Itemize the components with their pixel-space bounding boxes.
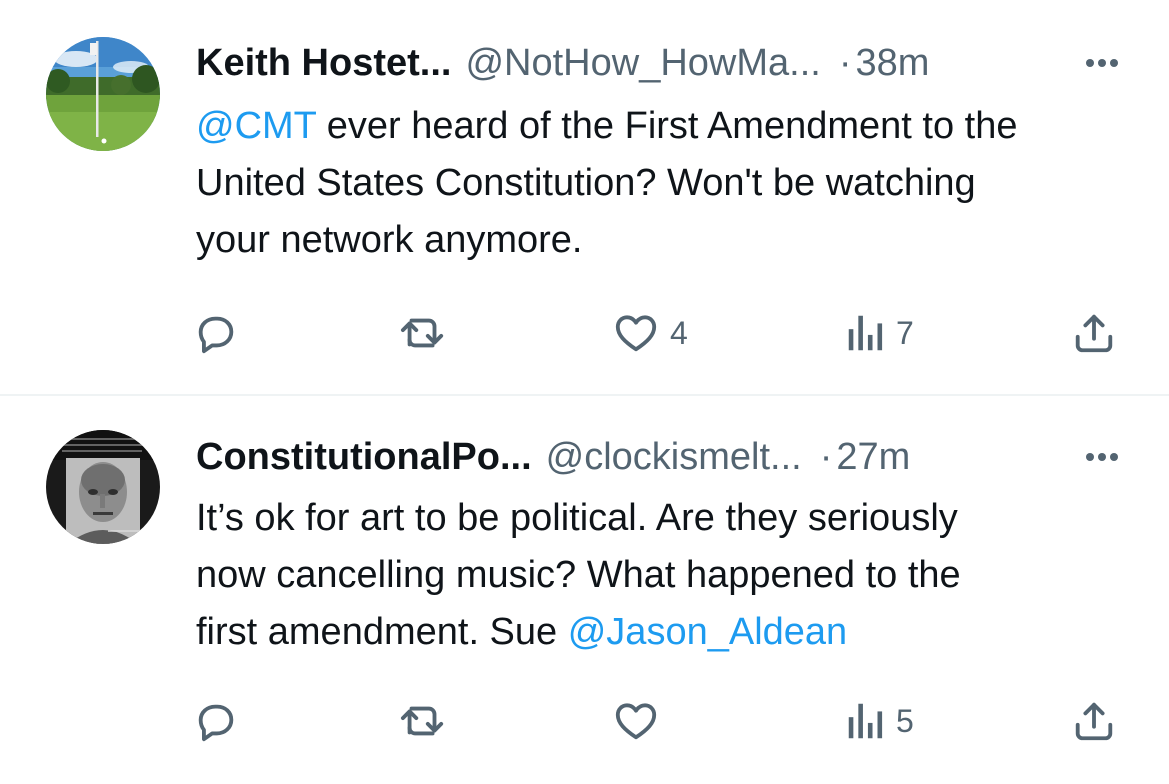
views-count: 5 xyxy=(896,702,914,739)
mention-link[interactable]: @Jason_Aldean xyxy=(568,611,847,653)
tweet-header: Keith Hostet... @NotHow_HowMa... · 38m xyxy=(196,38,1129,88)
tweet-actions: 5 xyxy=(0,696,1169,746)
reply-icon xyxy=(198,704,234,742)
tweet-text-line: It’s ok for art to be political. Are the… xyxy=(196,497,958,539)
tweet-text: @CMT ever heard of the First Amendment t… xyxy=(196,98,1136,269)
views-icon xyxy=(848,703,883,739)
heart-icon xyxy=(615,315,657,352)
tweet-text-line: @CMT ever heard of the First Amendment t… xyxy=(196,98,1136,155)
user-handle[interactable]: @NotHow_HowMa... xyxy=(465,38,820,88)
heart-icon xyxy=(615,703,657,740)
tweet-actions: 4 7 xyxy=(0,308,1169,358)
display-name[interactable]: ConstitutionalPo... xyxy=(196,432,532,482)
text-span: ever heard of the First Amendment to the xyxy=(316,105,1018,147)
golf-course-flag-avatar xyxy=(46,37,160,151)
tweet-text-line: first amendment. Sue @Jason_Aldean xyxy=(196,604,1136,661)
share-icon xyxy=(1075,314,1113,353)
retweet-button[interactable] xyxy=(398,308,458,358)
separator: · xyxy=(819,436,833,478)
views-count: 7 xyxy=(896,314,914,351)
more-icon[interactable] xyxy=(1085,38,1119,88)
share-button[interactable] xyxy=(1071,696,1127,746)
like-button[interactable] xyxy=(612,696,670,746)
tweet-header: ConstitutionalPo... @clockismelt... · 27… xyxy=(196,432,1129,482)
tweet-text: It’s ok for art to be political. Are the… xyxy=(196,490,1136,661)
tweet[interactable]: Keith Hostet... @NotHow_HowMa... · 38m @… xyxy=(0,0,1169,394)
display-name[interactable]: Keith Hostet... xyxy=(196,38,451,88)
retweet-button[interactable] xyxy=(398,696,458,746)
text-span: first amendment. Sue xyxy=(196,611,568,653)
tweet-feed: Keith Hostet... @NotHow_HowMa... · 38m @… xyxy=(0,0,1169,784)
reply-icon xyxy=(198,316,234,354)
user-handle[interactable]: @clockismelt... xyxy=(546,432,802,482)
like-button[interactable]: 4 xyxy=(612,308,688,358)
separator: · xyxy=(838,42,852,84)
quote-portrait-avatar xyxy=(46,430,160,544)
retweet-icon xyxy=(400,706,444,736)
timestamp[interactable]: 38m xyxy=(855,38,929,88)
avatar[interactable] xyxy=(46,37,160,151)
reply-button[interactable] xyxy=(193,696,249,746)
views-icon xyxy=(848,315,883,351)
avatar[interactable] xyxy=(46,430,160,544)
like-count: 4 xyxy=(670,314,688,351)
tweet-text-line: United States Constitution? Won't be wat… xyxy=(196,162,976,204)
tweet-text-line: your network anymore. xyxy=(196,219,583,261)
tweet[interactable]: ConstitutionalPo... @clockismelt... · 27… xyxy=(0,396,1169,784)
views-button[interactable]: 7 xyxy=(846,308,914,358)
mention-link[interactable]: @CMT xyxy=(196,105,316,147)
share-button[interactable] xyxy=(1071,308,1127,358)
retweet-icon xyxy=(400,318,444,348)
tweet-text-line: now cancelling music? What happened to t… xyxy=(196,554,961,596)
views-button[interactable]: 5 xyxy=(846,696,914,746)
reply-button[interactable] xyxy=(193,308,249,358)
share-icon xyxy=(1075,702,1113,741)
more-icon[interactable] xyxy=(1085,432,1119,482)
timestamp[interactable]: 27m xyxy=(836,432,910,482)
